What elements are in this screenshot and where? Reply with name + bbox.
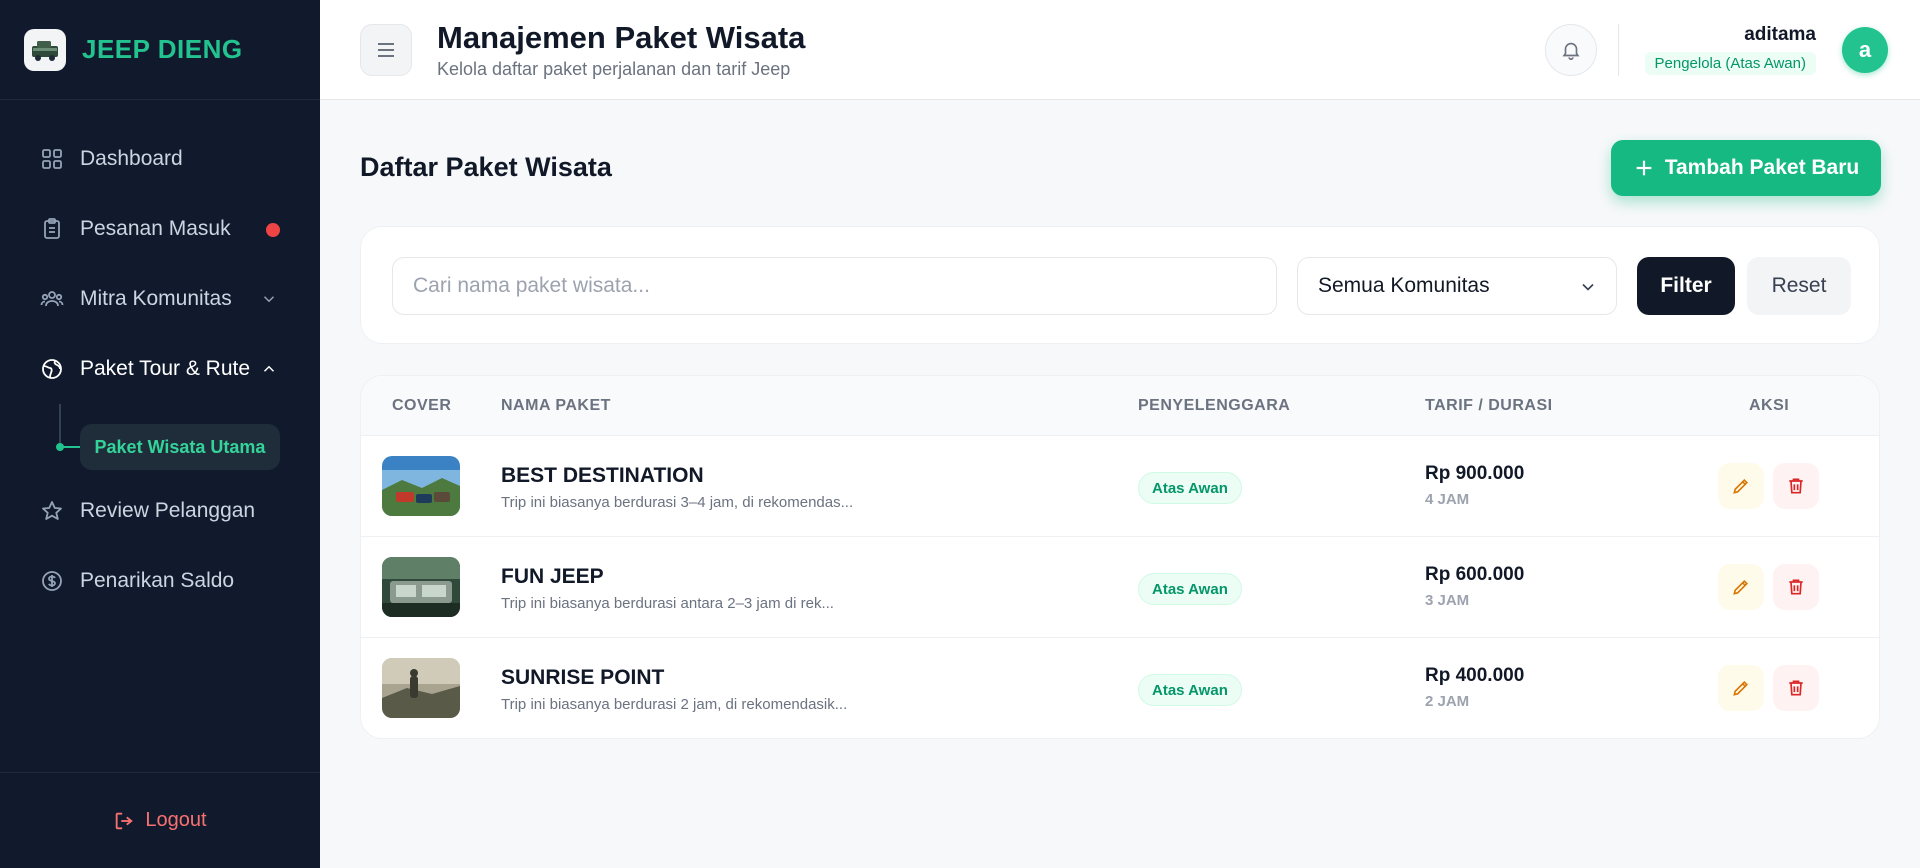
section-title: Daftar Paket Wisata [360, 152, 612, 182]
cover-image-graphic [382, 557, 460, 617]
trash-icon [1789, 478, 1803, 494]
user-role-badge: Pengelola (Atas Awan) [1644, 52, 1816, 75]
delete-button[interactable] [1773, 665, 1819, 711]
bell-icon [1562, 42, 1580, 60]
sidebar-item-label: Mitra Komunitas [80, 287, 232, 310]
plus-icon [1636, 160, 1652, 176]
sidebar-item-penarikan-saldo[interactable]: Penarikan Saldo [0, 546, 320, 616]
submenu-connector [62, 446, 80, 448]
package-description: Trip ini biasanya berdurasi 3–4 jam, di … [501, 494, 854, 511]
sidebar-item-label: Penarikan Saldo [80, 569, 235, 592]
sidebar-item-pesanan-masuk[interactable]: Pesanan Masuk [0, 194, 320, 264]
jeep-logo-icon [32, 40, 58, 61]
sidebar-item-label: Pesanan Masuk [80, 217, 231, 240]
logout-icon [116, 812, 134, 829]
sidebar-item-label: Dashboard [80, 147, 183, 170]
cover-image [382, 456, 460, 516]
edit-button[interactable] [1718, 463, 1764, 509]
column-header-name: NAMA PAKET [501, 397, 611, 414]
edit-button[interactable] [1718, 564, 1764, 610]
sidebar-subitem-paket-wisata-utama[interactable]: Paket Wisata Utama [80, 424, 280, 470]
sidebar-nav: Dashboard Pesanan Masuk Mitra Komunitas … [0, 100, 320, 616]
delete-button[interactable] [1773, 564, 1819, 610]
header-divider [1618, 24, 1619, 76]
search-input[interactable] [392, 257, 1277, 315]
chevron-down-icon [1582, 283, 1594, 291]
column-header-price: TARIF / DURASI [1425, 397, 1553, 414]
table-row: SUNRISE POINT Trip ini biasanya berduras… [361, 638, 1879, 738]
avatar[interactable]: a [1842, 27, 1888, 73]
pencil-icon [1733, 579, 1749, 595]
organizer-badge: Atas Awan [1138, 472, 1242, 504]
grid-icon [40, 147, 64, 171]
table-header: COVER NAMA PAKET PENYELENGGARA TARIF / D… [361, 376, 1879, 436]
submenu-paket-tour: Paket Wisata Utama [0, 404, 320, 476]
chevron-down-icon [263, 296, 275, 303]
table-row: FUN JEEP Trip ini biasanya berdurasi ant… [361, 537, 1879, 638]
package-name: BEST DESTINATION [501, 464, 704, 487]
submenu-line [59, 404, 61, 444]
sidebar-item-label: Paket Tour & Rute [80, 357, 251, 380]
menu-toggle-button[interactable] [360, 24, 412, 76]
reset-button[interactable]: Reset [1747, 257, 1851, 315]
package-duration: 2 JAM [1425, 693, 1470, 710]
page-title: Manajemen Paket Wisata [437, 20, 806, 55]
top-header: Manajemen Paket Wisata Kelola daftar pak… [320, 0, 1920, 100]
brand-name: JEEP DIENG [82, 34, 243, 64]
clipboard-icon [40, 217, 64, 241]
brand[interactable]: JEEP DIENG [0, 0, 320, 100]
column-header-organizer: PENYELENGGARA [1138, 397, 1291, 414]
logout-button[interactable]: Logout [0, 772, 320, 868]
filter-button[interactable]: Filter [1637, 257, 1735, 315]
edit-button[interactable] [1718, 665, 1764, 711]
package-description: Trip ini biasanya berdurasi antara 2–3 j… [501, 595, 834, 612]
community-select[interactable]: Semua Komunitas [1297, 257, 1617, 315]
chevron-up-icon [263, 365, 275, 372]
pencil-icon [1733, 478, 1749, 494]
cover-image-graphic [382, 658, 460, 718]
sidebar-item-mitra-komunitas[interactable]: Mitra Komunitas [0, 264, 320, 334]
notification-button[interactable] [1545, 24, 1597, 76]
sidebar-item-label: Review Pelanggan [80, 499, 256, 522]
column-header-actions: AKSI [1749, 397, 1790, 414]
table-row: BEST DESTINATION Trip ini biasanya berdu… [361, 436, 1879, 537]
sidebar: JEEP DIENG Dashboard Pesanan Masuk Mitra… [0, 0, 320, 868]
package-table: COVER NAMA PAKET PENYELENGGARA TARIF / D… [360, 375, 1880, 739]
sidebar-item-dashboard[interactable]: Dashboard [0, 124, 320, 194]
hamburger-icon [378, 43, 394, 57]
star-icon [40, 499, 64, 523]
package-price: Rp 900.000 [1425, 463, 1525, 484]
cover-image [382, 658, 460, 718]
add-package-label: Tambah Paket Baru [1664, 156, 1860, 179]
community-select-value: Semua Komunitas [1318, 274, 1490, 297]
package-duration: 4 JAM [1425, 491, 1470, 508]
users-icon [40, 287, 64, 311]
filter-panel: Semua Komunitas Filter Reset [360, 226, 1880, 344]
brand-logo [24, 28, 66, 71]
globe-icon [40, 357, 64, 381]
package-duration: 3 JAM [1425, 592, 1470, 609]
sidebar-item-review-pelanggan[interactable]: Review Pelanggan [0, 476, 320, 546]
cover-image [382, 557, 460, 617]
organizer-badge: Atas Awan [1138, 674, 1242, 706]
package-price: Rp 400.000 [1425, 665, 1525, 686]
dollar-icon [40, 569, 64, 593]
logout-label: Logout [145, 809, 207, 831]
sidebar-item-paket-tour[interactable]: Paket Tour & Rute [0, 334, 320, 404]
user-name: aditama [1744, 24, 1816, 45]
cover-image-graphic [382, 456, 460, 516]
page-subtitle: Kelola daftar paket perjalanan dan tarif… [437, 59, 791, 79]
column-header-cover: COVER [392, 397, 452, 414]
delete-button[interactable] [1773, 463, 1819, 509]
organizer-badge: Atas Awan [1138, 573, 1242, 605]
trash-icon [1789, 579, 1803, 595]
pencil-icon [1733, 680, 1749, 696]
add-package-button[interactable]: Tambah Paket Baru [1611, 140, 1881, 196]
notification-dot [266, 223, 280, 237]
trash-icon [1789, 680, 1803, 696]
package-name: FUN JEEP [501, 565, 604, 588]
package-name: SUNRISE POINT [501, 666, 665, 689]
package-price: Rp 600.000 [1425, 564, 1525, 585]
package-description: Trip ini biasanya berdurasi 2 jam, di re… [501, 696, 848, 713]
